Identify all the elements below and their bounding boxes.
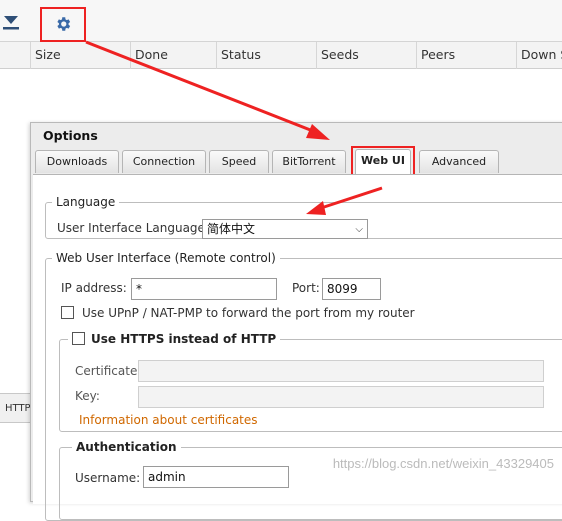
- http-tab[interactable]: HTTP: [0, 393, 34, 423]
- webui-panel: Language User Interface Language: 简体中文 ⌵…: [33, 174, 562, 521]
- settings-button[interactable]: [40, 7, 86, 42]
- key-label: Key:: [75, 389, 100, 403]
- https-legend: Use HTTPS instead of HTTP: [91, 332, 277, 346]
- column-peers[interactable]: Peers: [416, 42, 516, 69]
- ip-address-label: IP address:: [61, 281, 127, 295]
- tab-connection[interactable]: Connection: [122, 150, 206, 173]
- column-done[interactable]: Done: [130, 42, 216, 69]
- key-input[interactable]: [138, 386, 544, 408]
- column-seeds[interactable]: Seeds: [316, 42, 416, 69]
- torrent-column-header: Size Done Status Seeds Peers Down S: [0, 42, 562, 69]
- language-select[interactable]: 简体中文 ⌵: [202, 219, 368, 239]
- language-label: User Interface Language:: [57, 221, 209, 235]
- watermark-text: https://blog.csdn.net/weixin_43329405: [332, 456, 554, 471]
- tab-bittorrent[interactable]: BitTorrent: [272, 150, 346, 173]
- options-dialog: Options Downloads Connection Speed BitTo…: [30, 122, 562, 521]
- tab-webui[interactable]: Web UI: [355, 149, 411, 174]
- username-input[interactable]: admin: [143, 466, 289, 488]
- https-checkbox[interactable]: [72, 332, 85, 345]
- dialog-title: Options: [43, 128, 98, 143]
- upnp-checkbox[interactable]: [61, 306, 74, 319]
- webui-legend: Web User Interface (Remote control): [56, 251, 276, 265]
- https-legend-wrap: Use HTTPS instead of HTTP: [68, 332, 280, 346]
- column-status[interactable]: Status: [216, 42, 316, 69]
- port-label: Port:: [292, 281, 320, 295]
- tab-speed[interactable]: Speed: [209, 150, 269, 173]
- column-size[interactable]: Size: [30, 42, 130, 69]
- authentication-legend: Authentication: [76, 440, 177, 454]
- ip-address-input[interactable]: *: [131, 278, 277, 300]
- upnp-label: Use UPnP / NAT-PMP to forward the port f…: [82, 306, 415, 320]
- certificates-info-link[interactable]: Information about certificates: [79, 413, 258, 427]
- language-select-value: 简体中文: [207, 222, 256, 236]
- tab-advanced[interactable]: Advanced: [419, 150, 499, 173]
- tab-downloads[interactable]: Downloads: [35, 150, 119, 173]
- port-input[interactable]: 8099: [322, 278, 381, 300]
- column-down-speed[interactable]: Down S: [516, 42, 562, 69]
- chevron-down-icon: ⌵: [355, 224, 363, 235]
- certificate-input[interactable]: [138, 360, 544, 382]
- certificate-label: Certificate:: [75, 364, 142, 378]
- gear-icon: [57, 17, 71, 31]
- language-legend: Language: [56, 195, 116, 209]
- download-arrow-icon[interactable]: [0, 10, 26, 34]
- toolbar: [0, 0, 562, 42]
